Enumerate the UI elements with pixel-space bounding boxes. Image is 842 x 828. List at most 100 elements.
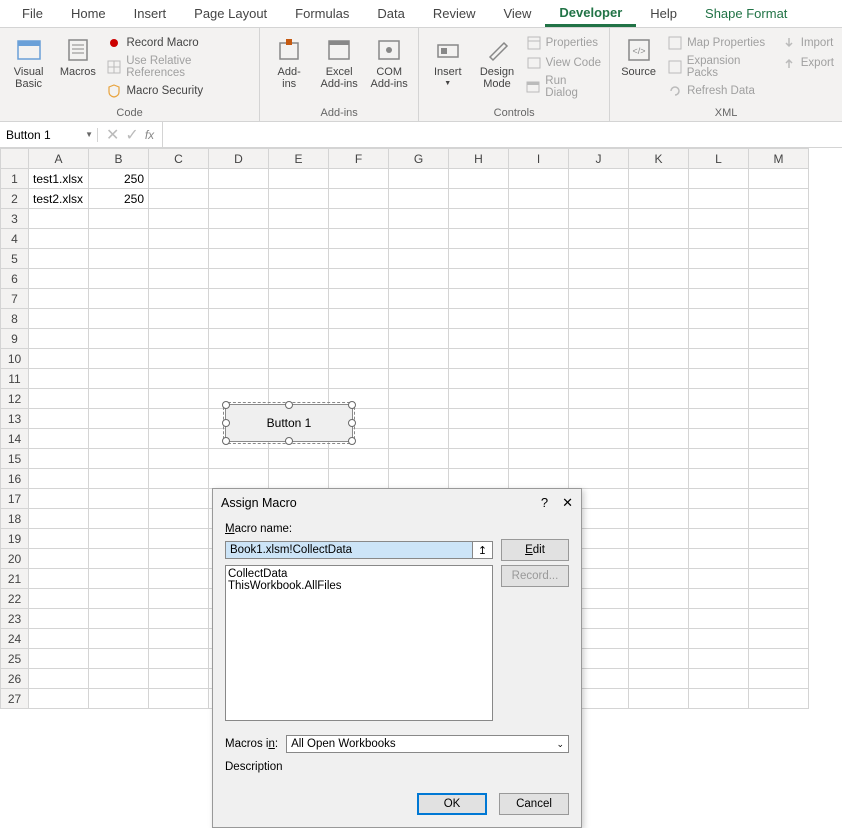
cell[interactable] — [149, 349, 209, 369]
cell[interactable] — [89, 669, 149, 689]
list-item[interactable]: CollectData — [228, 568, 490, 580]
row-header[interactable]: 5 — [1, 249, 29, 269]
view-code-button[interactable]: View Code — [524, 54, 604, 72]
cell[interactable] — [449, 269, 509, 289]
cell[interactable] — [509, 429, 569, 449]
cell[interactable] — [269, 169, 329, 189]
cell[interactable] — [269, 229, 329, 249]
row-header[interactable]: 15 — [1, 449, 29, 469]
cell[interactable] — [29, 209, 89, 229]
cell[interactable] — [449, 169, 509, 189]
cell[interactable] — [689, 229, 749, 249]
cell[interactable] — [689, 609, 749, 629]
column-header[interactable]: D — [209, 149, 269, 169]
row-header[interactable]: 24 — [1, 629, 29, 649]
column-header[interactable]: L — [689, 149, 749, 169]
cell[interactable] — [89, 589, 149, 609]
cell[interactable]: 250 — [89, 189, 149, 209]
cell[interactable] — [29, 549, 89, 569]
cell[interactable] — [89, 569, 149, 589]
cell[interactable] — [29, 649, 89, 669]
column-header[interactable]: E — [269, 149, 329, 169]
collapse-icon[interactable]: ↥ — [472, 542, 492, 558]
resize-handle[interactable] — [222, 401, 230, 409]
row-header[interactable]: 22 — [1, 589, 29, 609]
cell[interactable] — [629, 449, 689, 469]
cell[interactable] — [749, 189, 809, 209]
cell[interactable] — [149, 509, 209, 529]
cell[interactable] — [29, 429, 89, 449]
column-header[interactable]: M — [749, 149, 809, 169]
name-box[interactable]: Button 1 ▼ — [0, 128, 98, 142]
import-button[interactable]: Import — [779, 34, 836, 52]
cell[interactable] — [569, 469, 629, 489]
row-header[interactable]: 18 — [1, 509, 29, 529]
cell[interactable] — [749, 449, 809, 469]
cell[interactable] — [629, 489, 689, 509]
cell[interactable] — [29, 349, 89, 369]
cell[interactable] — [629, 649, 689, 669]
tab-file[interactable]: File — [8, 2, 57, 25]
cell[interactable] — [689, 269, 749, 289]
cell[interactable] — [209, 169, 269, 189]
cell[interactable] — [269, 289, 329, 309]
cell[interactable] — [209, 249, 269, 269]
cell[interactable] — [509, 189, 569, 209]
cell[interactable] — [89, 549, 149, 569]
tab-help[interactable]: Help — [636, 2, 691, 25]
cell[interactable] — [389, 409, 449, 429]
cell[interactable] — [629, 589, 689, 609]
cell[interactable] — [149, 369, 209, 389]
cell[interactable] — [629, 349, 689, 369]
cell[interactable] — [29, 589, 89, 609]
cell[interactable] — [569, 269, 629, 289]
cell[interactable] — [29, 609, 89, 629]
cell[interactable] — [749, 289, 809, 309]
row-header[interactable]: 7 — [1, 289, 29, 309]
cell[interactable] — [29, 289, 89, 309]
row-header[interactable]: 6 — [1, 269, 29, 289]
cell[interactable] — [329, 169, 389, 189]
cell[interactable] — [689, 349, 749, 369]
cell[interactable] — [749, 649, 809, 669]
cell[interactable] — [509, 349, 569, 369]
cell[interactable] — [89, 229, 149, 249]
cell[interactable] — [689, 529, 749, 549]
column-header[interactable]: J — [569, 149, 629, 169]
column-header[interactable]: H — [449, 149, 509, 169]
use-relative-button[interactable]: Use Relative References — [104, 54, 253, 80]
column-header[interactable]: G — [389, 149, 449, 169]
cell[interactable] — [689, 249, 749, 269]
cell[interactable] — [389, 429, 449, 449]
cell[interactable] — [269, 369, 329, 389]
cell[interactable] — [149, 289, 209, 309]
cell[interactable] — [149, 269, 209, 289]
cell[interactable] — [89, 289, 149, 309]
cell[interactable] — [269, 329, 329, 349]
row-header[interactable]: 20 — [1, 549, 29, 569]
cell[interactable] — [269, 309, 329, 329]
cell[interactable] — [389, 249, 449, 269]
cell[interactable] — [569, 349, 629, 369]
row-header[interactable]: 4 — [1, 229, 29, 249]
cell[interactable] — [509, 329, 569, 349]
cell[interactable] — [449, 329, 509, 349]
cell[interactable] — [749, 469, 809, 489]
cell[interactable] — [329, 229, 389, 249]
cell[interactable] — [389, 169, 449, 189]
cell[interactable] — [629, 269, 689, 289]
cell[interactable] — [149, 169, 209, 189]
cell[interactable] — [209, 309, 269, 329]
macro-security-button[interactable]: Macro Security — [104, 82, 253, 100]
cell[interactable] — [449, 449, 509, 469]
cell[interactable] — [509, 229, 569, 249]
cell[interactable] — [389, 389, 449, 409]
cell[interactable] — [749, 229, 809, 249]
cell[interactable] — [749, 669, 809, 689]
cell[interactable] — [569, 389, 629, 409]
cell[interactable] — [269, 449, 329, 469]
cell[interactable] — [749, 529, 809, 549]
column-header[interactable]: C — [149, 149, 209, 169]
excel-addins-button[interactable]: Excel Add-ins — [316, 32, 362, 105]
cell[interactable] — [269, 209, 329, 229]
